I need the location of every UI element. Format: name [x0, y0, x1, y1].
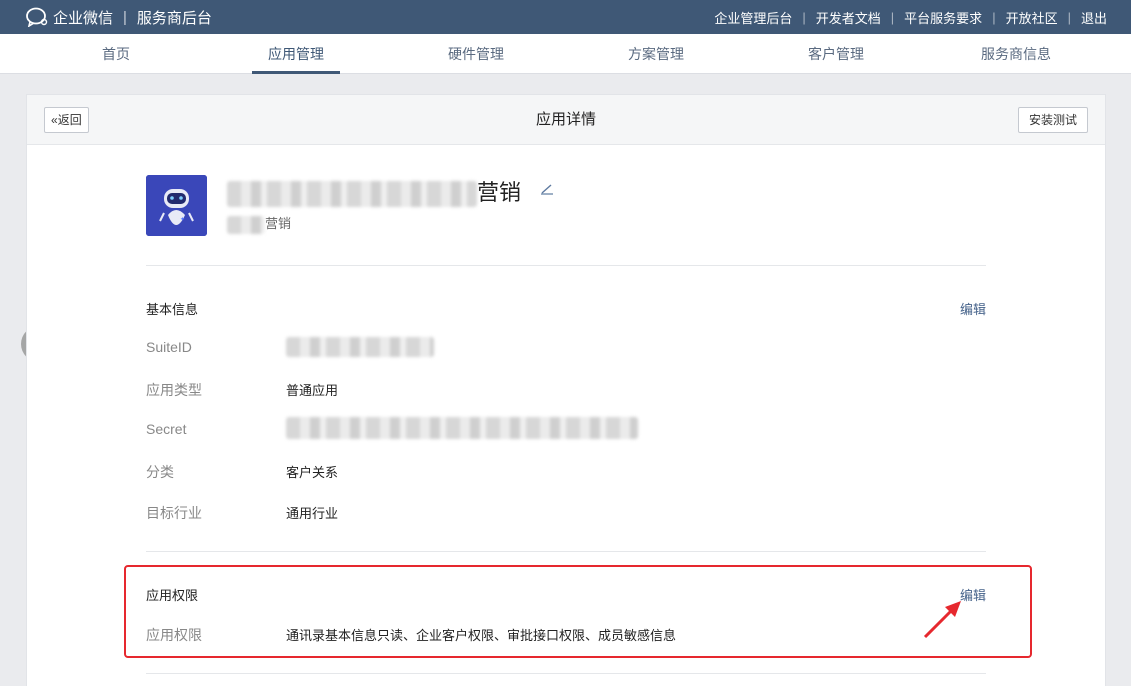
app-icon: ✦ [146, 175, 207, 236]
link-logout[interactable]: 退出 [1081, 8, 1107, 27]
industry-label: 目标行业 [146, 505, 202, 521]
link-divider: | [890, 9, 895, 25]
basic-info-title: 基本信息 [146, 302, 199, 317]
back-button[interactable]: «返回 [44, 107, 89, 133]
secret-label: Secret [146, 421, 187, 437]
brand-subtitle: 服务商后台 [136, 9, 212, 27]
category-label: 分类 [146, 464, 174, 480]
basic-info-edit-link[interactable]: 编辑 [960, 299, 986, 318]
top-bar: 企业微信 | 服务商后台 企业管理后台 | 开发者文档 | 平台服务要求 | 开… [0, 0, 1131, 34]
top-links: 企业管理后台 | 开发者文档 | 平台服务要求 | 开放社区 | 退出 [714, 0, 1107, 34]
divider [146, 551, 986, 552]
link-enterprise-admin[interactable]: 企业管理后台 [714, 8, 792, 27]
nav-solution-management[interactable]: 方案管理 [566, 34, 746, 74]
link-developer-docs[interactable]: 开发者文档 [816, 8, 881, 27]
link-open-community[interactable]: 开放社区 [1006, 8, 1058, 27]
category-value: 客户关系 [286, 465, 339, 480]
nav-hardware-management[interactable]: 硬件管理 [386, 34, 566, 74]
link-divider: | [802, 9, 806, 25]
app-name: 营销 [227, 175, 522, 208]
link-divider: | [992, 9, 996, 25]
suiteid-label: SuiteID [146, 339, 192, 355]
svg-text:✦: ✦ [180, 216, 185, 223]
nav-customer-management[interactable]: 客户管理 [746, 34, 926, 74]
app-detail-card: 应用详情 «返回 安装测试 ✦ 营销 营销 基本信息 编辑 SuiteID 应用… [26, 94, 1106, 686]
nav-home[interactable]: 首页 [26, 34, 206, 74]
link-platform-requirements[interactable]: 平台服务要求 [904, 8, 982, 27]
back-label: 返回 [57, 113, 82, 127]
robot-icon: ✦ [146, 175, 207, 236]
highlight-box [124, 565, 1032, 658]
install-test-button[interactable]: 安装测试 [1017, 107, 1088, 133]
card-header: 应用详情 «返回 安装测试 [27, 95, 1105, 145]
nav-provider-info[interactable]: 服务商信息 [926, 34, 1106, 74]
edit-name-icon[interactable] [539, 181, 555, 201]
double-chevron-left-icon: « [51, 113, 58, 127]
redacted-text [227, 181, 477, 208]
divider [146, 265, 986, 266]
brand-separator: | [123, 8, 127, 26]
main-nav: 首页 应用管理 硬件管理 方案管理 客户管理 服务商信息 [0, 34, 1131, 74]
divider [146, 673, 986, 674]
app-type-value: 普通应用 [286, 383, 339, 398]
brand[interactable]: 企业微信 | 服务商后台 [25, 0, 212, 34]
page-title: 应用详情 [535, 111, 596, 128]
app-subtitle: 营销 [227, 213, 291, 234]
app-name-suffix: 营销 [477, 180, 522, 205]
wecom-logo-icon [26, 7, 48, 27]
secret-value [286, 417, 638, 439]
link-divider: | [1067, 9, 1071, 25]
nav-app-management[interactable]: 应用管理 [206, 34, 386, 74]
annotation-arrow-icon [923, 601, 961, 639]
redacted-text [286, 337, 434, 357]
industry-value: 通用行业 [286, 506, 339, 521]
redacted-text [227, 215, 265, 234]
suiteid-value [286, 337, 434, 357]
redacted-text [286, 417, 638, 439]
app-subtitle-suffix: 营销 [265, 216, 292, 231]
app-type-label: 应用类型 [146, 382, 202, 398]
brand-name: 企业微信 [53, 9, 114, 27]
